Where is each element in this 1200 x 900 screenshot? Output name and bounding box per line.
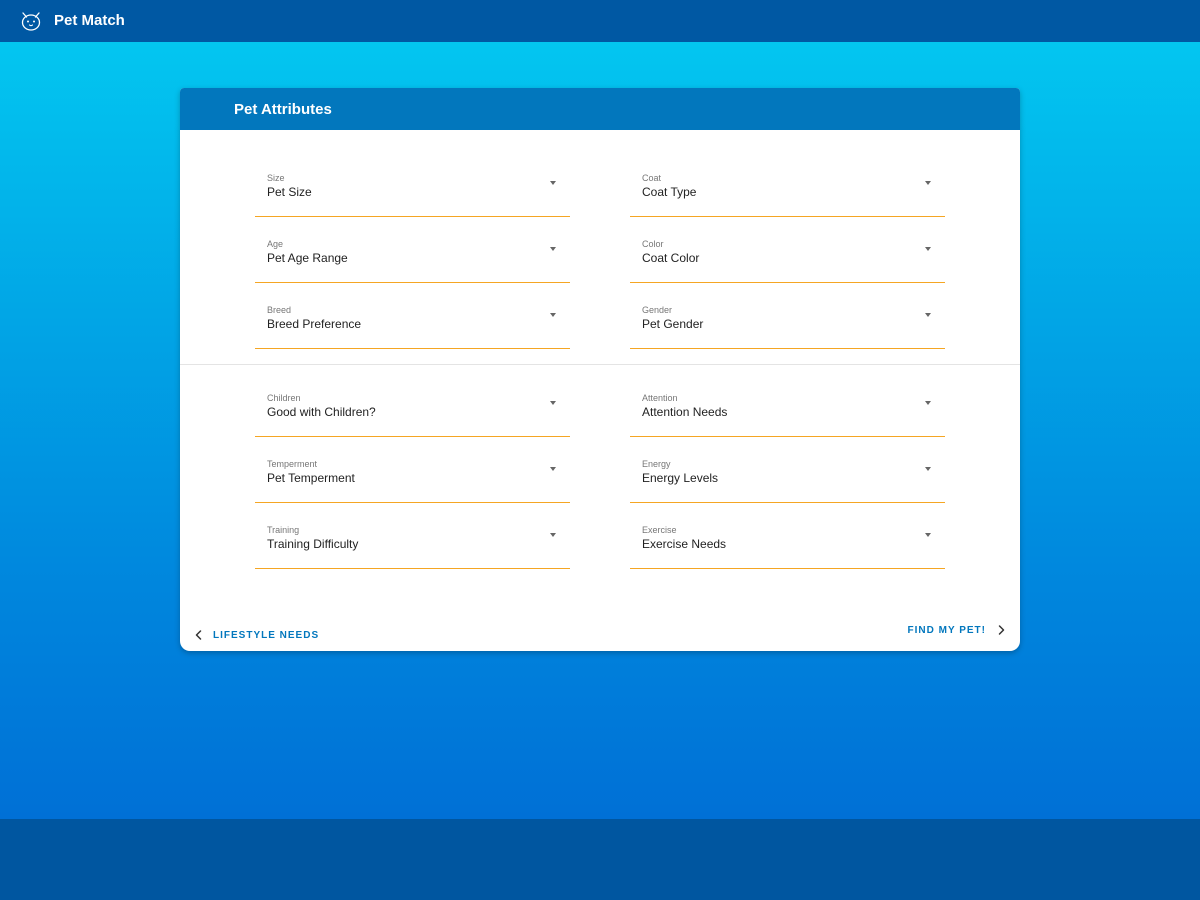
dropdown-arrow-icon xyxy=(925,467,931,471)
field-value: Good with Children? xyxy=(267,405,376,419)
field-value: Coat Type xyxy=(642,185,697,199)
field-value: Breed Preference xyxy=(267,317,362,331)
field-value: Pet Gender xyxy=(642,317,704,331)
back-button-label: LIFESTYLE NEEDS xyxy=(213,629,320,641)
pet-attributes-card: Pet Attributes Size Pet Size Coat Coat T… xyxy=(180,88,1020,651)
field-value: Pet Age Range xyxy=(267,251,348,265)
dropdown-arrow-icon xyxy=(925,247,931,251)
dropdown-arrow-icon xyxy=(550,313,556,317)
dropdown-arrow-icon xyxy=(550,467,556,471)
coat-select[interactable]: Coat Coat Type xyxy=(630,173,945,217)
card-title: Pet Attributes xyxy=(234,101,332,118)
field-value: Pet Temperment xyxy=(267,471,355,485)
field-label: Gender xyxy=(642,305,673,315)
cat-face-icon xyxy=(20,10,42,32)
field-label: Energy xyxy=(642,459,671,469)
dropdown-arrow-icon xyxy=(925,533,931,537)
field-value: Training Difficulty xyxy=(267,537,359,551)
field-label: Age xyxy=(267,239,284,249)
dropdown-arrow-icon xyxy=(925,313,931,317)
field-label: Children xyxy=(267,393,301,403)
lifestyle-needs-back-button[interactable]: LIFESTYLE NEEDS xyxy=(194,629,319,641)
field-label: Color xyxy=(642,239,664,249)
exercise-select[interactable]: Exercise Exercise Needs xyxy=(630,525,945,569)
field-label: Breed xyxy=(267,305,292,315)
behavior-attributes-section: Children Good with Children? Attention A… xyxy=(180,365,1020,600)
dropdown-arrow-icon xyxy=(550,533,556,537)
dropdown-arrow-icon xyxy=(550,401,556,405)
size-select[interactable]: Size Pet Size xyxy=(255,173,570,217)
field-value: Energy Levels xyxy=(642,471,719,485)
next-button-label: FIND MY PET! xyxy=(907,624,986,636)
field-label: Coat xyxy=(642,173,662,183)
dropdown-arrow-icon xyxy=(925,401,931,405)
breed-select[interactable]: Breed Breed Preference xyxy=(255,305,570,349)
children-select[interactable]: Children Good with Children? xyxy=(255,393,570,437)
training-select[interactable]: Training Training Difficulty xyxy=(255,525,570,569)
field-value: Attention Needs xyxy=(642,405,728,419)
attention-select[interactable]: Attention Attention Needs xyxy=(630,393,945,437)
find-my-pet-button[interactable]: FIND MY PET! xyxy=(908,624,1006,636)
field-value: Coat Color xyxy=(642,251,700,265)
app-bar: Pet Match xyxy=(0,0,1200,42)
dropdown-arrow-icon xyxy=(550,247,556,251)
field-label: Size xyxy=(267,173,285,183)
gender-select[interactable]: Gender Pet Gender xyxy=(630,305,945,349)
temperment-select[interactable]: Temperment Pet Temperment xyxy=(255,459,570,503)
chevron-left-icon xyxy=(194,629,204,641)
field-label: Exercise xyxy=(642,525,677,535)
footer-bar xyxy=(0,819,1200,900)
card-header: Pet Attributes xyxy=(180,88,1020,130)
dropdown-arrow-icon xyxy=(550,181,556,185)
chevron-right-icon xyxy=(996,624,1006,636)
field-label: Training xyxy=(267,525,300,535)
field-label: Attention xyxy=(642,393,678,403)
age-select[interactable]: Age Pet Age Range xyxy=(255,239,570,283)
color-select[interactable]: Color Coat Color xyxy=(630,239,945,283)
field-value: Pet Size xyxy=(267,185,312,199)
field-label: Temperment xyxy=(267,459,318,469)
app-title: Pet Match xyxy=(54,12,125,29)
field-value: Exercise Needs xyxy=(642,537,727,551)
dropdown-arrow-icon xyxy=(925,181,931,185)
physical-attributes-section: Size Pet Size Coat Coat Type Age Pet Age… xyxy=(180,130,1020,365)
energy-select[interactable]: Energy Energy Levels xyxy=(630,459,945,503)
